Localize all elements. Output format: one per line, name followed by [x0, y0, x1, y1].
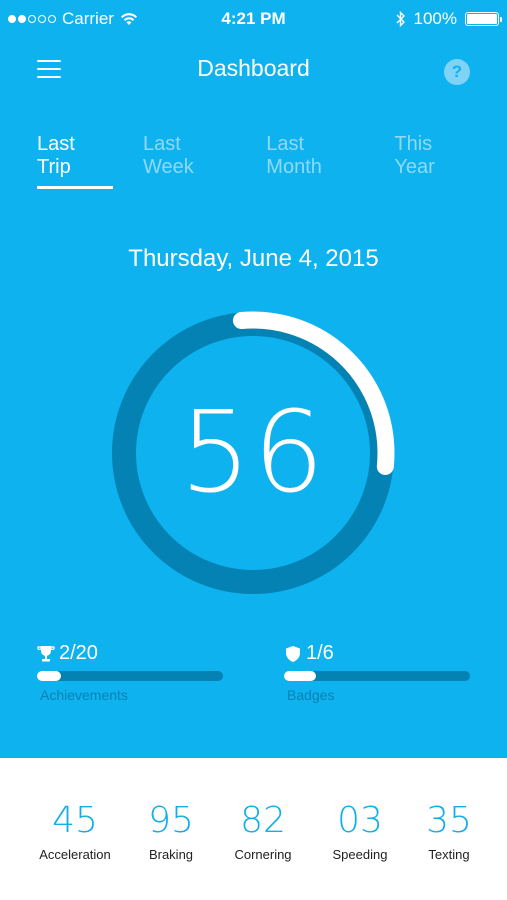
stat-label: Speeding	[332, 847, 388, 862]
stat-cornering[interactable]: 82 Cornering	[213, 800, 313, 862]
bluetooth-icon	[396, 11, 405, 27]
stat-label: Texting	[428, 847, 470, 862]
score-gauge: 56	[110, 310, 396, 596]
dashboard-header-panel: Carrier 4:21 PM 100% Dashboard ? Last Tr…	[0, 0, 507, 758]
tab-last-trip[interactable]: Last Trip	[37, 133, 114, 189]
stat-label: Braking	[148, 847, 194, 862]
page-title: Dashboard	[197, 55, 310, 81]
tab-last-week[interactable]: Last Week	[143, 133, 236, 189]
badges-label: Badges	[287, 687, 335, 703]
status-right: 100%	[396, 9, 502, 29]
badges-progress: 1/6 Badges	[284, 642, 470, 703]
trophy-icon	[37, 645, 55, 661]
stat-value: 95	[148, 800, 194, 841]
stat-braking[interactable]: 95 Braking	[121, 800, 221, 862]
period-tabs: Last Trip Last Week Last Month This Year	[37, 133, 507, 189]
badges-count: 1/6	[306, 642, 334, 664]
stat-label: Cornering	[234, 847, 292, 862]
help-icon[interactable]: ?	[444, 59, 470, 85]
stat-acceleration[interactable]: 45 Acceleration	[25, 800, 125, 862]
stat-value: 45	[52, 800, 98, 841]
achievements-label: Achievements	[40, 687, 128, 703]
stat-value: 03	[337, 800, 383, 841]
achievements-count: 2/20	[59, 642, 98, 664]
stat-value: 82	[240, 800, 286, 841]
shield-icon	[286, 645, 300, 662]
badges-bar	[284, 671, 470, 681]
achievements-progress: 2/20 Achievements	[37, 642, 223, 703]
tab-this-year[interactable]: This Year	[394, 133, 477, 189]
achievements-bar	[37, 671, 223, 681]
driving-score: 56	[179, 388, 327, 518]
tab-last-month[interactable]: Last Month	[266, 133, 364, 189]
battery-icon	[465, 12, 502, 26]
stat-label: Acceleration	[39, 847, 111, 862]
stat-texting[interactable]: 35 Texting	[399, 800, 499, 862]
trip-date: Thursday, June 4, 2015	[128, 245, 379, 272]
stat-speeding[interactable]: 03 Speeding	[310, 800, 410, 862]
battery-percent: 100%	[413, 9, 457, 28]
status-bar: Carrier 4:21 PM 100%	[0, 0, 507, 38]
stat-value: 35	[426, 800, 472, 841]
